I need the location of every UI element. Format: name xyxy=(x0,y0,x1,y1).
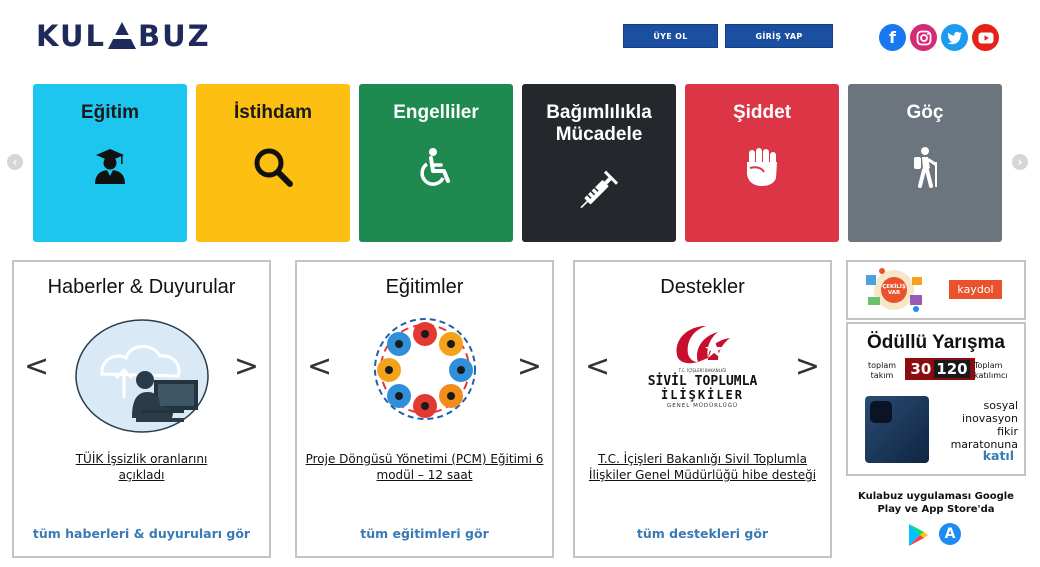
fist-icon xyxy=(747,148,777,186)
category-tile-egitim[interactable]: Eğitim xyxy=(33,84,187,242)
card-title: Eğitimler xyxy=(385,276,464,298)
category-tile-bagimlilik[interactable]: Bağımlılıkla Mücadele xyxy=(522,84,676,242)
graduate-icon xyxy=(95,149,125,184)
logo-text-right: BUZ xyxy=(138,19,211,53)
google-play-icon[interactable] xyxy=(907,523,929,547)
store-icons: A xyxy=(907,523,961,547)
register-button[interactable]: ÜYE OL xyxy=(623,24,718,48)
stk-logo-line2: İLİŞKİLER xyxy=(660,388,745,402)
twitter-icon[interactable] xyxy=(941,24,968,51)
all-trainings-link[interactable]: tüm eğitimleri gör xyxy=(297,526,552,541)
gears-illustration xyxy=(373,318,476,420)
team-label: toplam takım xyxy=(867,361,897,380)
trainings-next-button[interactable]: > xyxy=(517,352,542,382)
instagram-icon[interactable] xyxy=(910,24,937,51)
category-label: Engelliler xyxy=(393,102,479,123)
category-label: Eğitim xyxy=(80,102,140,123)
category-label: Göç xyxy=(906,102,944,123)
carousel-prev-button[interactable]: ‹ xyxy=(7,154,23,170)
raffle-banner[interactable]: ÇEKİLİŞ VAR kaydol xyxy=(846,260,1026,320)
all-supports-link[interactable]: tüm destekleri gör xyxy=(575,526,830,541)
youtube-icon[interactable] xyxy=(972,24,999,51)
category-label: İstihdam xyxy=(233,102,313,123)
category-label: Bağımlılıkla Mücadele xyxy=(546,102,652,145)
card-title: Haberler & Duyurular xyxy=(47,276,236,298)
stk-logo-line3: GENEL MÜDÜRLÜĞÜ xyxy=(666,403,739,409)
stk-logo-line1: SİVİL TOPLUMLA xyxy=(647,374,758,389)
carousel-next-button[interactable]: › xyxy=(1012,154,1028,170)
hiker-icon xyxy=(914,147,937,188)
all-news-link[interactable]: tüm haberleri & duyuruları gör xyxy=(14,526,269,541)
category-tile-siddet[interactable]: Şiddet xyxy=(685,84,839,242)
training-item-link[interactable]: Proje Döngüsü Yönetimi (PCM) Eğitimi 6 m… xyxy=(305,451,544,483)
site-logo[interactable]: KUL BUZ xyxy=(36,20,211,52)
news-prev-button[interactable]: < xyxy=(24,352,49,382)
stk-logo: T.C. İÇİŞLERİ BAKANLIĞI SİVİL TOPLUMLA İ… xyxy=(638,322,768,412)
prize-competition-card: Ödüllü Yarışma toplam takım 30 120 Topla… xyxy=(846,322,1026,476)
supports-card: Destekler < > T.C. İÇİŞLERİ BAKANLIĞI Sİ… xyxy=(573,260,832,558)
participant-label: Toplam katılımcı xyxy=(974,361,1008,380)
supports-prev-button[interactable]: < xyxy=(585,352,610,382)
prize-description: sosyal inovasyon fikir maratonuna xyxy=(950,399,1018,451)
facebook-icon[interactable]: f xyxy=(879,24,906,51)
logo-road-mark xyxy=(107,22,137,50)
syringe-icon xyxy=(580,170,619,209)
counter-badge: 30 120 xyxy=(905,358,975,380)
trainings-prev-button[interactable]: < xyxy=(307,352,332,382)
team-count: 30 xyxy=(910,360,932,378)
app-store-icon[interactable]: A xyxy=(939,523,961,545)
wheelchair-icon xyxy=(420,148,450,186)
category-tile-istihdam[interactable]: İstihdam xyxy=(196,84,350,242)
news-illustration xyxy=(74,319,209,433)
login-button[interactable]: GİRİŞ YAP xyxy=(725,24,833,48)
category-tile-goc[interactable]: Göç xyxy=(848,84,1002,242)
app-availability-note: Kulabuz uygulaması Google Play ve App St… xyxy=(858,491,1014,515)
support-item-link[interactable]: T.C. İçişleri Bakanlığı Sivil Toplumla İ… xyxy=(583,451,822,483)
news-next-button[interactable]: > xyxy=(234,352,259,382)
stk-emblem-icon xyxy=(676,326,730,364)
join-link[interactable]: katıl xyxy=(983,448,1014,463)
logo-text-left: KUL xyxy=(36,19,106,53)
category-tile-engelliler[interactable]: Engelliler xyxy=(359,84,513,242)
stk-logo-small: T.C. İÇİŞLERİ BAKANLIĞI xyxy=(678,368,727,373)
prize-title: Ödüllü Yarışma xyxy=(867,332,1005,353)
raffle-badge: ÇEKİLİŞ VAR xyxy=(881,277,907,303)
register-raffle-button[interactable]: kaydol xyxy=(949,280,1002,299)
participant-count: 120 xyxy=(934,360,970,378)
phone-image xyxy=(865,396,929,463)
card-title: Destekler xyxy=(660,276,745,298)
search-icon xyxy=(254,148,293,187)
news-item-link[interactable]: TÜİK İşsizlik oranlarını açıkladı xyxy=(64,451,219,483)
social-links: f xyxy=(879,24,999,51)
category-label: Şiddet xyxy=(732,102,792,123)
news-card: Haberler & Duyurular < > TÜİK İşsizlik o… xyxy=(12,260,271,558)
trainings-card: Eğitimler < > Proje Döngüsü Yönetimi (PC… xyxy=(295,260,554,558)
supports-next-button[interactable]: > xyxy=(795,352,820,382)
